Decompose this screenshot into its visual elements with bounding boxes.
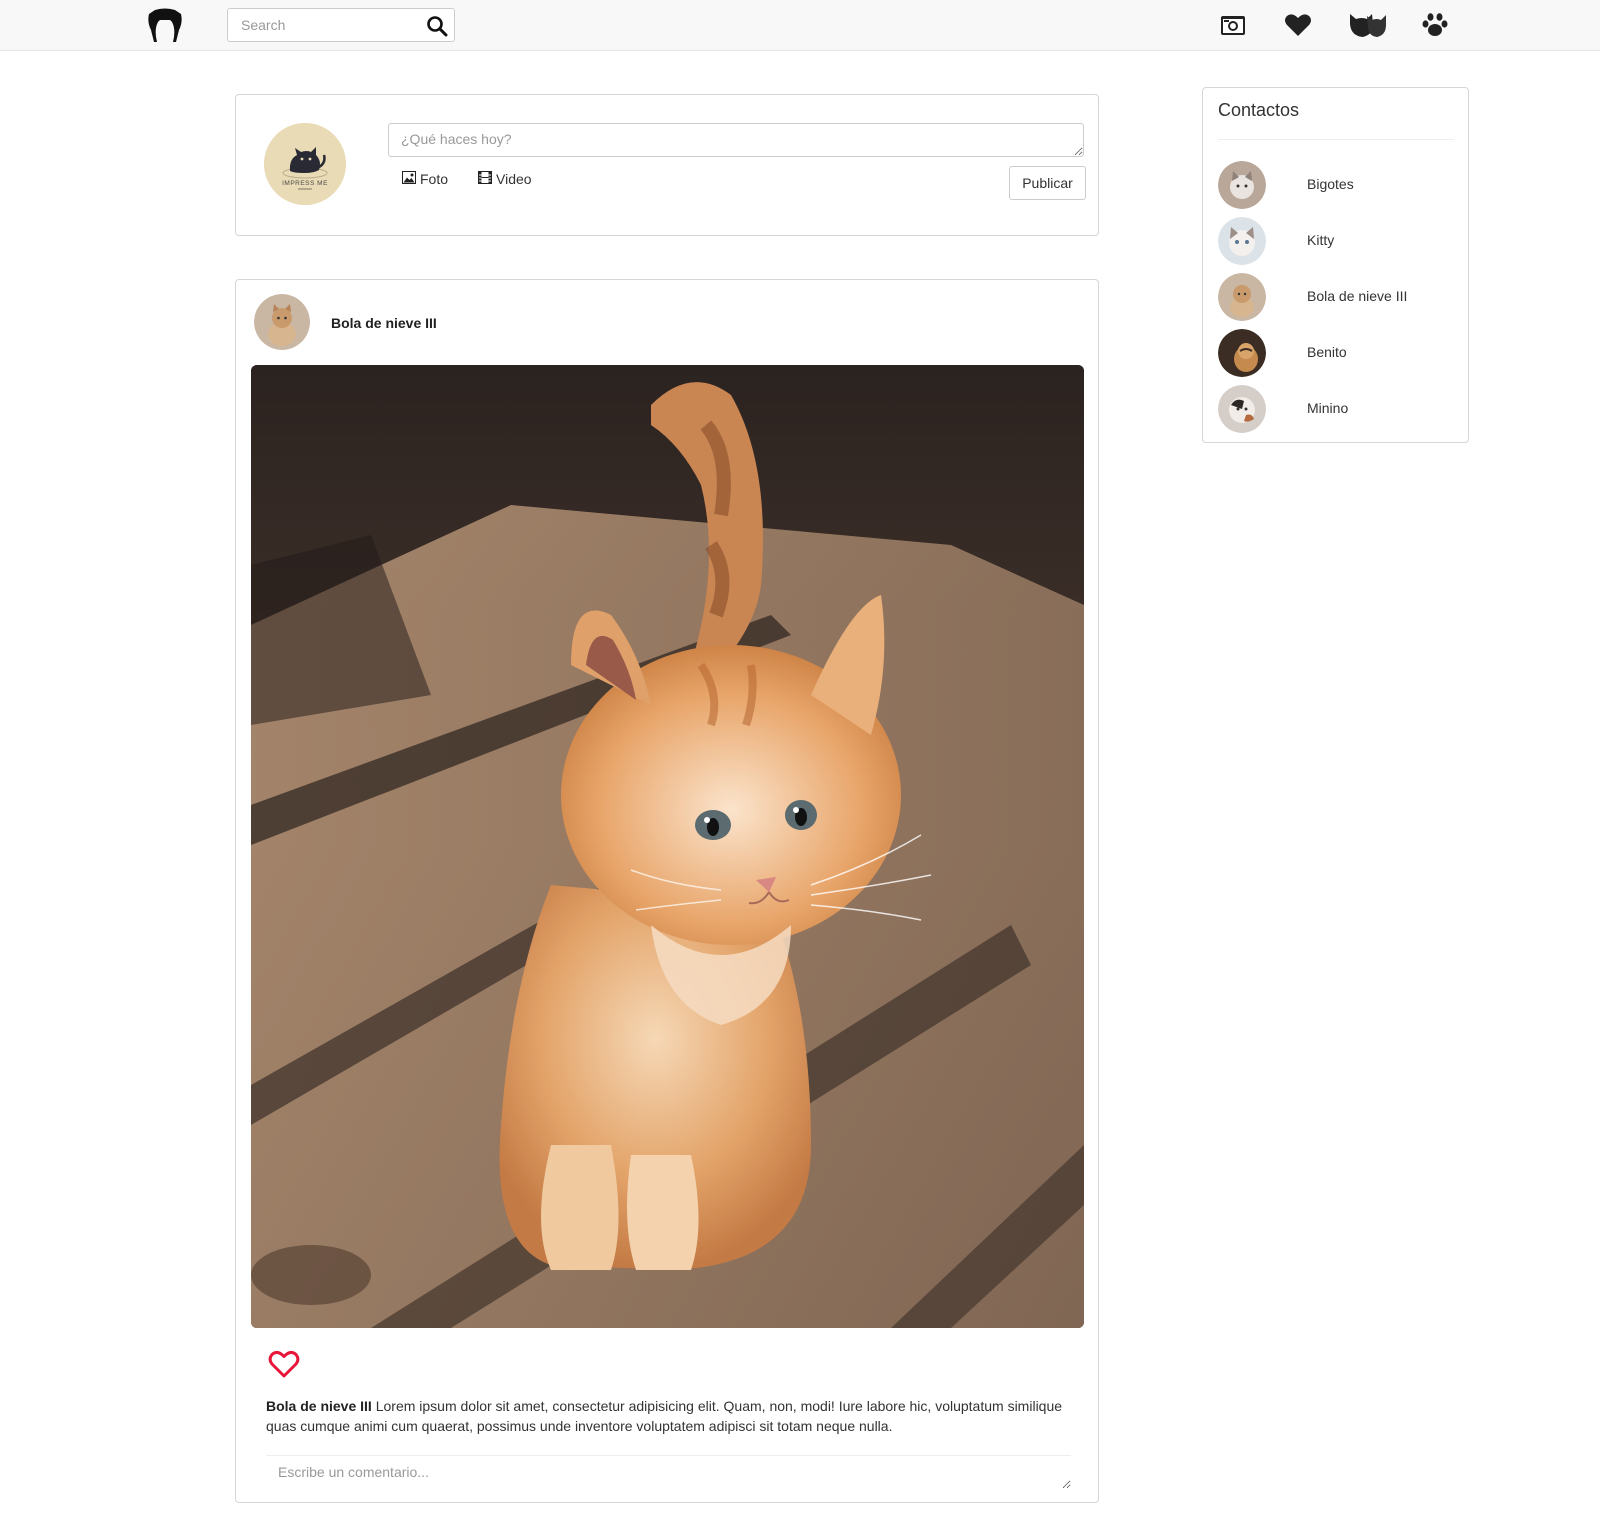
post-composer: IMPRESS ME Foto [235,94,1099,236]
contact-name: Bigotes [1307,176,1354,192]
post-author-name[interactable]: Bola de nieve III [331,315,437,331]
like-heart-icon[interactable] [268,1348,300,1380]
contact-item[interactable]: Minino [1218,385,1454,433]
contact-name: Benito [1307,344,1347,360]
image-icon [402,171,416,187]
avatar-logo-text: IMPRESS ME [282,180,328,187]
search-icon[interactable] [426,15,448,37]
post-caption: Bola de nieve III Lorem ipsum dolor sit … [266,1396,1066,1436]
film-icon [478,171,492,187]
search-input[interactable] [228,9,418,41]
status-input[interactable] [388,123,1084,157]
camera-icon[interactable] [1219,9,1247,41]
contact-avatar [1218,273,1266,321]
contact-item[interactable]: Benito [1218,329,1454,377]
contact-name: Bola de nieve III [1307,288,1408,304]
search-box [227,8,455,42]
contact-name: Minino [1307,400,1349,416]
contact-avatar [1218,217,1266,265]
contact-avatar [1218,385,1266,433]
impress-me-cat-logo: IMPRESS ME [264,123,346,205]
contacts-title: Contactos [1218,100,1300,120]
cat-head-icon[interactable] [146,8,184,44]
video-label: Video [496,171,532,187]
add-photo-button[interactable]: Foto [402,168,448,190]
contacts-panel: Contactos Bigotes Kitty Bola de nieve II… [1202,87,1469,443]
divider [1218,139,1454,140]
post-card: Bola de nieve III Bola de nieve III Lore… [235,279,1099,1503]
heart-icon[interactable] [1284,9,1312,41]
contact-avatar [1218,329,1266,377]
author-avatar[interactable] [254,294,310,350]
add-video-button[interactable]: Video [478,168,532,190]
contact-item[interactable]: Bola de nieve III [1218,273,1454,321]
caption-author[interactable]: Bola de nieve III [266,1398,372,1414]
photo-label: Foto [420,171,449,187]
cats-icon[interactable] [1349,9,1387,41]
publish-button[interactable]: Publicar [1009,166,1086,200]
contact-item[interactable]: Bigotes [1218,161,1454,209]
top-navbar [0,0,1600,51]
caption-text: Lorem ipsum dolor sit amet, consectetur … [266,1398,1063,1434]
contact-name: Kitty [1307,232,1335,248]
orange-kitten-photo [251,365,1084,1328]
comment-input[interactable] [266,1455,1071,1489]
contact-item[interactable]: Kitty [1218,217,1454,265]
paw-icon[interactable] [1421,9,1449,41]
contact-avatar [1218,161,1266,209]
